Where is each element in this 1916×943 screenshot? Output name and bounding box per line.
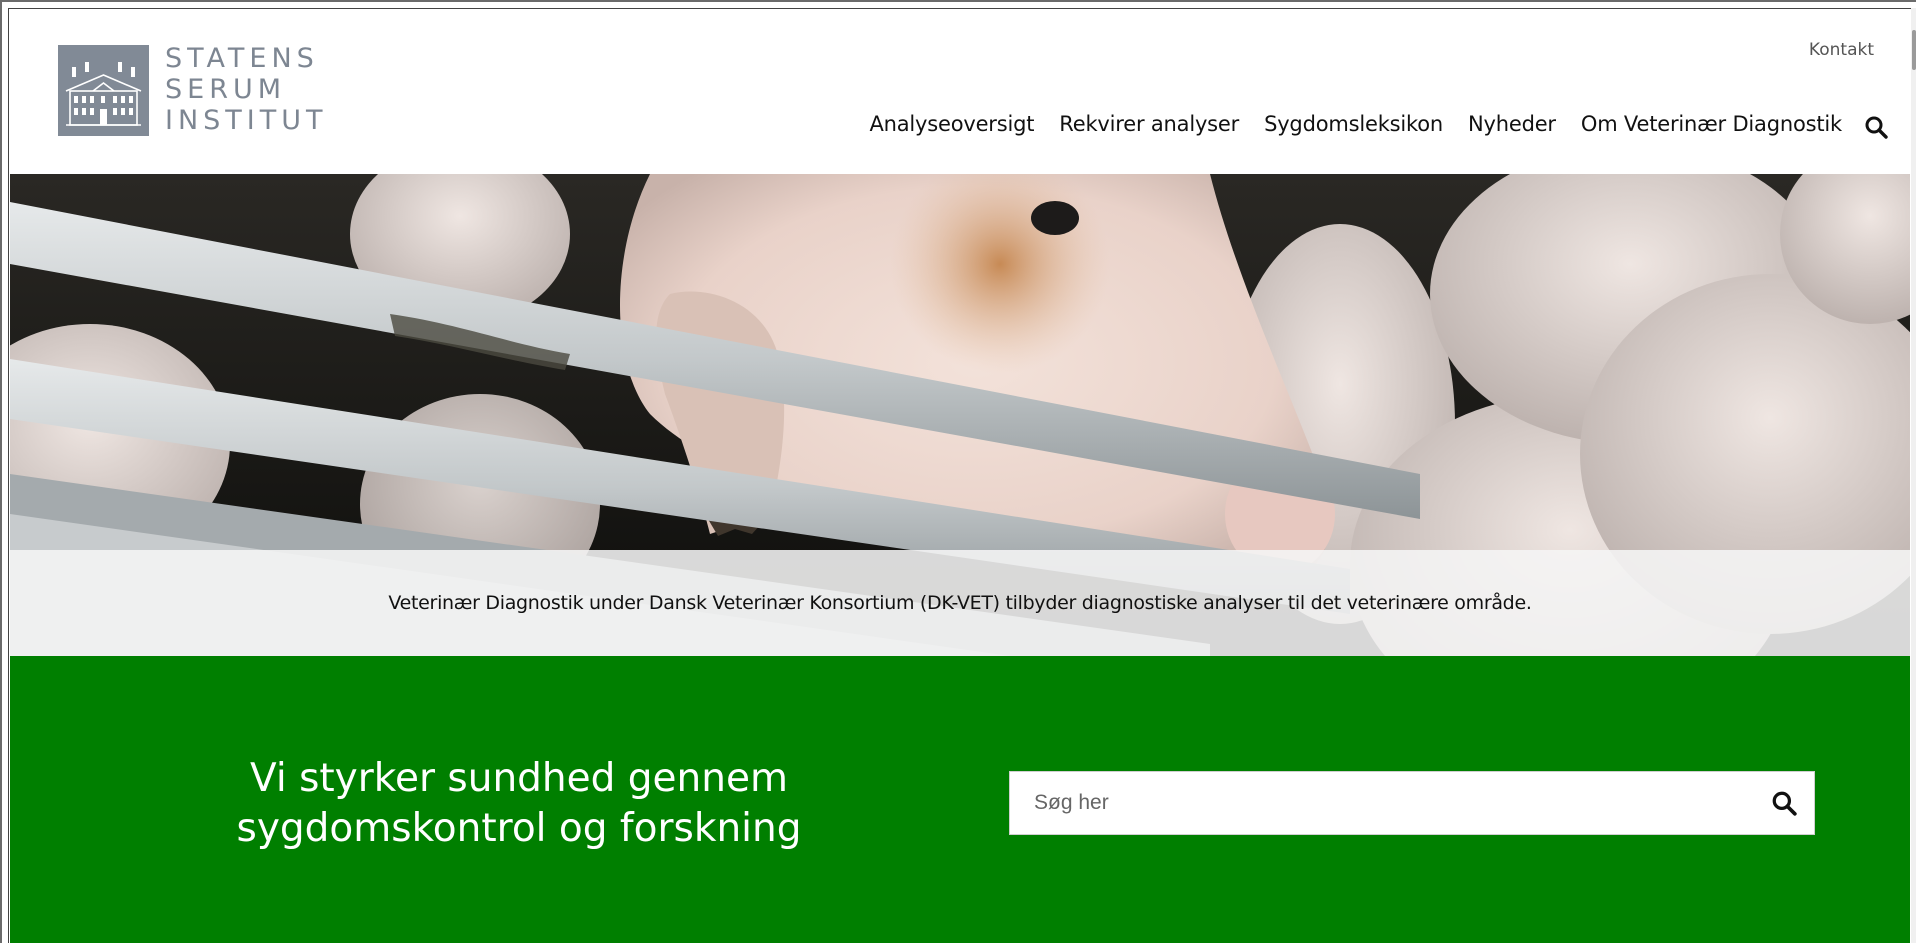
tagline-line-1: Vi styrker sundhed gennem [250,756,788,801]
nav-item-sygdomsleksikon[interactable]: Sygdomsleksikon [1264,112,1443,136]
nav-item-rekvirer-analyser[interactable]: Rekvirer analyser [1059,112,1239,136]
search-icon[interactable] [1864,115,1888,139]
search-input[interactable] [1010,772,1754,834]
search-submit-button[interactable] [1754,772,1814,834]
hero-banner: Veterinær Diagnostik under Dansk Veterin… [10,174,1910,656]
tagline: Vi styrker sundhed gennem sygdomskontrol… [110,754,928,854]
logo-line-2: SERUM [165,74,287,105]
logo-wordmark: STATENS SERUM INSTITUT [165,43,328,136]
site-logo[interactable]: STATENS SERUM INSTITUT [58,43,328,136]
tagline-line-2: sygdomskontrol og forskning [236,806,802,851]
nav-item-om-veterinaer-diagnostik[interactable]: Om Veterinær Diagnostik [1581,112,1842,136]
logo-line-3: INSTITUT [165,105,328,136]
tagline-search-section: Vi styrker sundhed gennem sygdomskontrol… [10,656,1910,943]
logo-line-1: STATENS [165,43,319,74]
hero-caption-band: Veterinær Diagnostik under Dansk Veterin… [10,550,1910,656]
kontakt-link[interactable]: Kontakt [1809,40,1874,60]
building-logo-icon [58,45,149,136]
scrollbar-thumb[interactable] [1912,30,1916,70]
nav-item-analyseoversigt[interactable]: Analyseoversigt [869,112,1034,136]
search-icon [1772,791,1797,816]
site-header: STATENS SERUM INSTITUT Kontakt Analyseov… [10,10,1910,174]
hero-caption: Veterinær Diagnostik under Dansk Veterin… [388,592,1532,614]
main-navigation: Analyseoversigt Rekvirer analyser Sygdom… [844,112,1888,139]
site-search-form [1009,771,1815,835]
nav-item-nyheder[interactable]: Nyheder [1468,112,1556,136]
page-scrollbar[interactable] [1911,8,1916,943]
